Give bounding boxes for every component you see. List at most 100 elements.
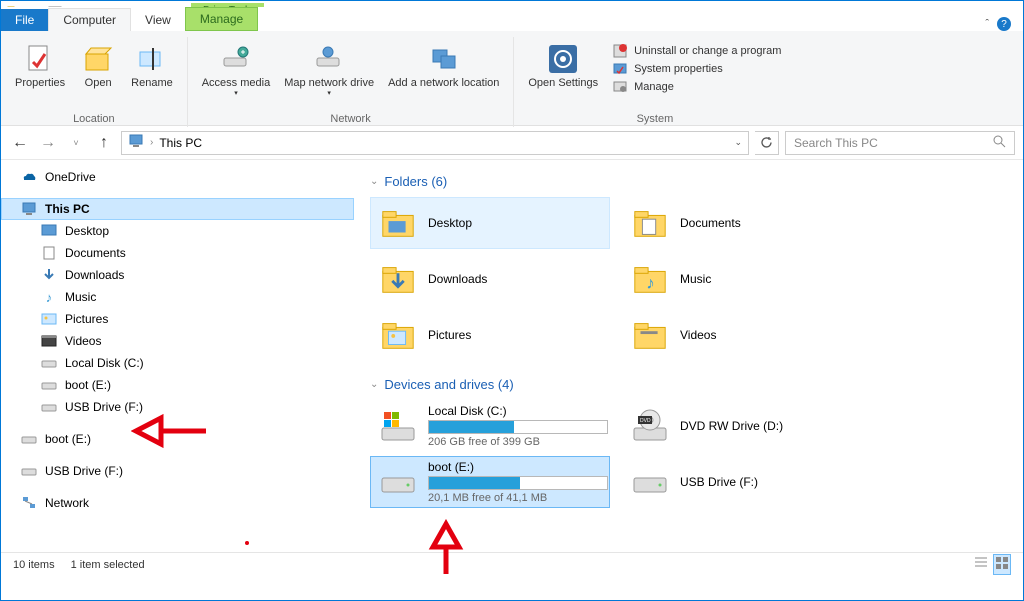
breadcrumb-chevron-icon[interactable]: › — [150, 137, 153, 148]
manage-icon — [612, 79, 628, 95]
status-selected-count: 1 item selected — [71, 559, 145, 571]
status-item-count: 10 items — [13, 559, 55, 571]
collapse-chevron-icon[interactable]: ⌄ — [370, 379, 378, 390]
drives-group-header[interactable]: ⌄ Devices and drives (4) — [370, 371, 1007, 400]
rename-button[interactable]: Rename — [125, 41, 179, 111]
monitor-icon — [128, 133, 144, 152]
system-properties-button[interactable]: System properties — [612, 61, 781, 77]
nav-downloads[interactable]: Downloads — [1, 264, 354, 286]
ribbon-collapse-icon[interactable]: ˆ — [985, 18, 989, 30]
breadcrumb-this-pc[interactable]: This PC — [159, 136, 202, 150]
folder-icon — [378, 259, 418, 299]
manage-button[interactable]: Manage — [612, 79, 781, 95]
folder-icon: ♪ — [630, 259, 670, 299]
folder-documents[interactable]: Documents — [622, 197, 862, 249]
drive-icon — [41, 355, 57, 371]
folder-icon — [630, 203, 670, 243]
settings-gear-icon — [547, 43, 579, 75]
help-icon[interactable]: ? — [997, 17, 1011, 31]
add-network-location-button[interactable]: Add a network location — [382, 41, 505, 111]
nav-local-disk-c[interactable]: Local Disk (C:) — [1, 352, 354, 374]
dvd-drive-icon: DVD — [630, 406, 670, 446]
folder-desktop[interactable]: Desktop — [370, 197, 610, 249]
open-button[interactable]: Open — [73, 41, 123, 111]
search-icon — [993, 135, 1006, 151]
drive-usb-f[interactable]: USB Drive (F:) — [622, 456, 862, 508]
tab-computer[interactable]: Computer — [48, 8, 131, 31]
ribbon-group-network: Network — [196, 111, 506, 125]
nav-pictures[interactable]: Pictures — [1, 308, 354, 330]
documents-icon — [41, 245, 57, 261]
system-props-icon — [612, 61, 628, 77]
refresh-button[interactable] — [755, 131, 779, 155]
desktop-icon — [41, 223, 57, 239]
drive-local-c[interactable]: Local Disk (C:) 206 GB free of 399 GB — [370, 400, 610, 452]
folders-group-header[interactable]: ⌄ Folders (6) — [370, 168, 1007, 197]
drive-icon — [41, 377, 57, 393]
tab-view[interactable]: View — [131, 9, 185, 31]
nav-recent-dropdown[interactable]: ˅ — [65, 132, 87, 154]
uninstall-icon — [612, 43, 628, 59]
drive-icon — [378, 462, 418, 502]
tiles-view-icon[interactable] — [993, 554, 1011, 575]
nav-desktop[interactable]: Desktop — [1, 220, 354, 242]
open-settings-button[interactable]: Open Settings — [522, 41, 604, 111]
pictures-icon — [41, 311, 57, 327]
drive-icon — [21, 431, 37, 447]
nav-usb-f[interactable]: USB Drive (F:) — [1, 396, 354, 418]
tab-file[interactable]: File — [1, 9, 48, 31]
nav-music[interactable]: ♪ Music — [1, 286, 354, 308]
nav-network[interactable]: Network — [1, 492, 354, 514]
nav-videos[interactable]: Videos — [1, 330, 354, 352]
uninstall-program-button[interactable]: Uninstall or change a program — [612, 43, 781, 59]
nav-usb-f-removable[interactable]: USB Drive (F:) — [1, 460, 354, 482]
drive-icon — [21, 463, 37, 479]
properties-icon — [24, 43, 56, 75]
svg-text:♪: ♪ — [646, 274, 655, 293]
nav-boot-e-removable[interactable]: boot (E:) — [1, 428, 354, 450]
videos-icon — [41, 333, 57, 349]
details-view-icon[interactable] — [973, 554, 989, 575]
add-location-icon — [428, 43, 460, 75]
access-media-icon — [220, 43, 252, 75]
collapse-chevron-icon[interactable]: ⌄ — [370, 176, 378, 187]
downloads-icon — [41, 267, 57, 283]
map-drive-icon — [313, 43, 345, 75]
search-input[interactable]: Search This PC — [785, 131, 1015, 155]
folder-pictures[interactable]: Pictures — [370, 309, 610, 361]
nav-up-button[interactable]: ↑ — [93, 132, 115, 154]
drive-dvd-d[interactable]: DVD DVD RW Drive (D:) — [622, 400, 862, 452]
tab-manage[interactable]: Manage — [185, 7, 258, 31]
nav-back-button[interactable]: ← — [9, 132, 31, 154]
drive-os-icon — [378, 406, 418, 446]
nav-boot-e[interactable]: boot (E:) — [1, 374, 354, 396]
address-bar[interactable]: › This PC ⌄ — [121, 131, 749, 155]
folder-videos[interactable]: Videos — [622, 309, 862, 361]
ribbon-group-location: Location — [9, 111, 179, 125]
access-media-button[interactable]: Access media ▾ — [196, 41, 276, 111]
folder-downloads[interactable]: Downloads — [370, 253, 610, 305]
monitor-icon — [21, 201, 37, 217]
drive-icon — [630, 462, 670, 502]
network-icon — [21, 495, 37, 511]
nav-forward-button[interactable]: → — [37, 132, 59, 154]
nav-documents[interactable]: Documents — [1, 242, 354, 264]
content-pane[interactable]: ⌄ Folders (6) Desktop Documents Download… — [354, 160, 1023, 552]
folder-icon — [378, 203, 418, 243]
nav-this-pc[interactable]: This PC — [1, 198, 354, 220]
navigation-pane[interactable]: OneDrive This PC Desktop Documents Downl… — [1, 160, 354, 552]
properties-button[interactable]: Properties — [9, 41, 71, 111]
usage-bar — [428, 476, 608, 490]
ribbon-group-system: System — [522, 111, 787, 125]
rename-icon — [136, 43, 168, 75]
music-icon: ♪ — [41, 289, 57, 305]
folder-music[interactable]: ♪ Music — [622, 253, 862, 305]
usage-bar — [428, 420, 608, 434]
nav-onedrive[interactable]: OneDrive — [1, 166, 354, 188]
address-dropdown-icon[interactable]: ⌄ — [734, 137, 742, 148]
map-network-drive-button[interactable]: Map network drive ▾ — [278, 41, 380, 111]
onedrive-icon — [21, 169, 37, 185]
svg-text:DVD: DVD — [640, 418, 651, 424]
drive-icon — [41, 399, 57, 415]
drive-boot-e[interactable]: boot (E:) 20,1 MB free of 41,1 MB — [370, 456, 610, 508]
